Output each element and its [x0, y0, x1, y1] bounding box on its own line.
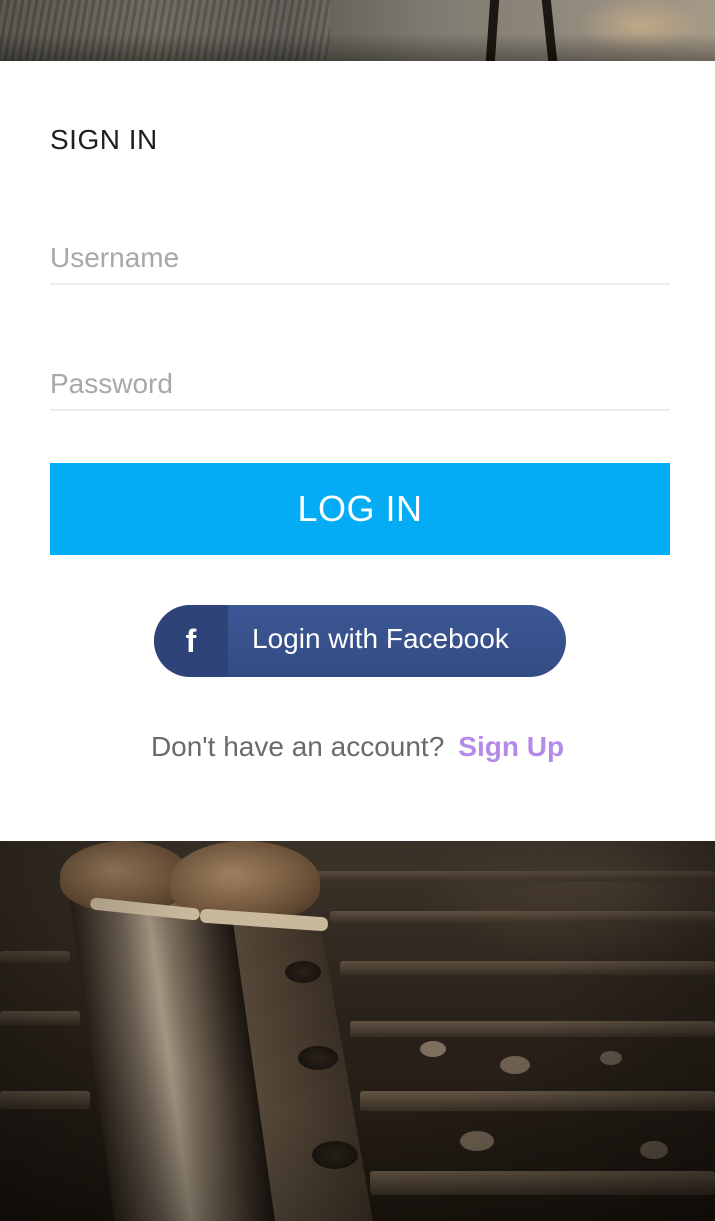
signup-prompt: Don't have an account?	[150, 731, 445, 762]
facebook-f-icon: f	[185, 623, 197, 659]
username-input[interactable]	[50, 233, 670, 285]
sign-in-card: SIGN IN LOG IN f Login with Facebook Don…	[0, 61, 715, 841]
shadow-overlay	[0, 841, 715, 1221]
facebook-icon-container: f	[154, 605, 228, 677]
background-photo-top	[0, 0, 715, 61]
background-photo-bottom	[0, 841, 715, 1221]
page-title: SIGN IN	[50, 124, 158, 155]
password-input[interactable]	[50, 359, 670, 411]
facebook-login-button[interactable]: f Login with Facebook	[154, 605, 566, 677]
facebook-login-label: Login with Facebook	[252, 623, 509, 654]
signup-row: Don't have an account? Sign Up	[0, 731, 715, 763]
login-button[interactable]: LOG IN	[50, 463, 670, 555]
signup-link[interactable]: Sign Up	[458, 731, 564, 762]
shadow-overlay	[0, 0, 715, 61]
